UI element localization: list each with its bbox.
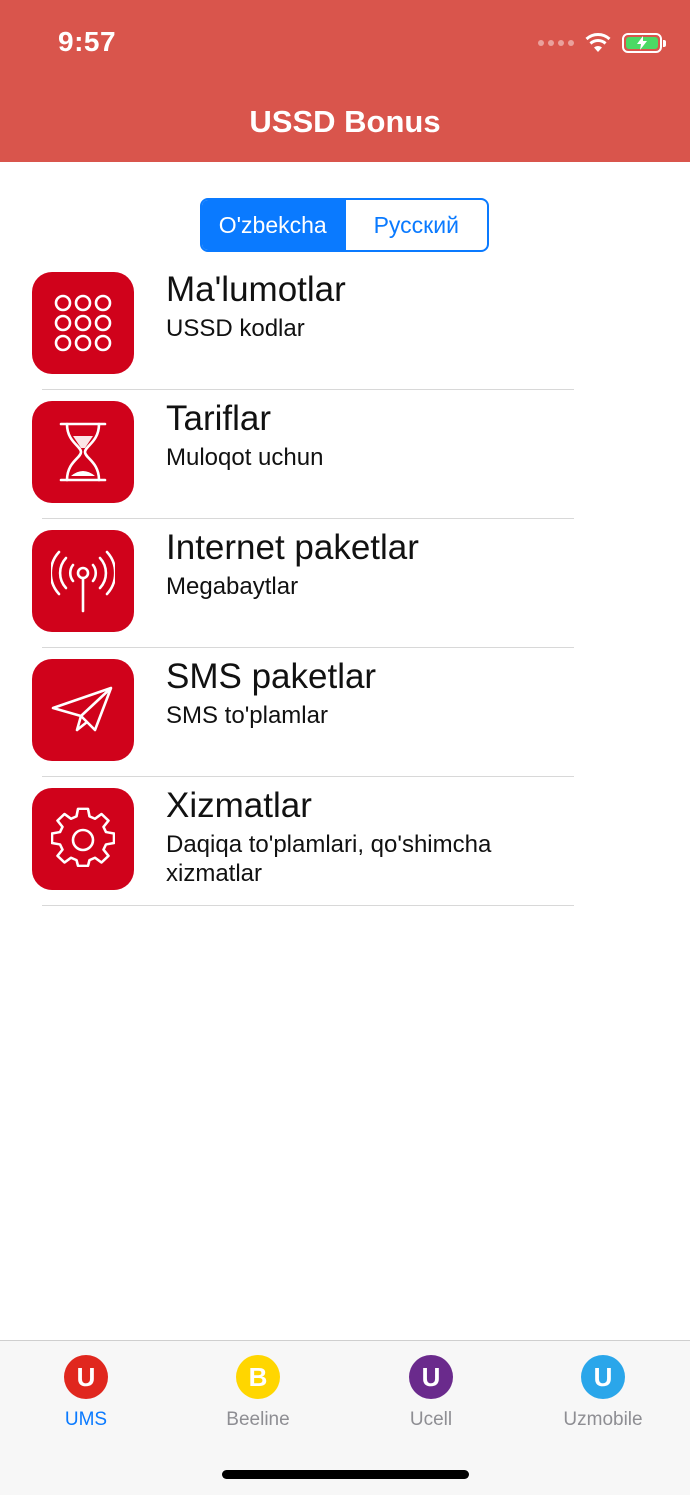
menu-item-title: Ma'lumotlar (166, 270, 346, 309)
tab-label: UMS (64, 1409, 108, 1430)
uzmobile-logo-icon: U (581, 1355, 625, 1399)
menu-item-tariflar[interactable]: Tariflar Muloqot uchun (0, 381, 690, 509)
tab-uzmobile[interactable]: U Uzmobile (517, 1355, 689, 1431)
menu-item-title: Internet paketlar (166, 528, 419, 567)
menu-item-sms-paketlar[interactable]: SMS paketlar SMS to'plamlar (0, 639, 690, 767)
menu-item-title: Xizmatlar (166, 786, 312, 825)
tab-label: Beeline (226, 1409, 290, 1430)
gear-icon (32, 788, 134, 890)
menu-item-subtitle: Muloqot uchun (166, 444, 324, 471)
language-option-russian[interactable]: Русский (343, 200, 488, 250)
tab-ums[interactable]: U UMS (0, 1355, 172, 1431)
status-time: 9:57 (58, 26, 117, 57)
keypad-icon (32, 272, 134, 374)
tab-label: Ucell (409, 1409, 453, 1430)
page-title: USSD Bonus (249, 104, 441, 139)
tab-label: Uzmobile (563, 1409, 643, 1430)
home-indicator[interactable] (222, 1470, 469, 1479)
beeline-logo-icon: B (236, 1355, 280, 1399)
divider (42, 905, 574, 906)
ucell-logo-icon: U (409, 1355, 453, 1399)
cellular-signal-icon (538, 40, 574, 46)
menu-item-malumotlar[interactable]: Ma'lumotlar USSD kodlar (0, 270, 690, 380)
ums-logo-icon: U (64, 1355, 108, 1399)
tab-ucell[interactable]: U Ucell (345, 1355, 517, 1431)
wifi-icon (585, 33, 611, 52)
language-option-uzbek[interactable]: O'zbekcha (202, 200, 344, 250)
menu-item-subtitle: Megabaytlar (166, 573, 299, 600)
menu-item-subtitle: SMS to'plamlar (166, 702, 328, 729)
paper-plane-icon (32, 659, 134, 761)
status-indicators (538, 30, 666, 56)
antenna-icon (32, 530, 134, 632)
menu-list[interactable]: Ma'lumotlar USSD kodlar Tariflar Muloqot… (0, 270, 690, 910)
menu-item-title: Tariflar (166, 399, 272, 438)
menu-item-subtitle: Daqiqa to'plamlari, qo'shimcha xizmatlar (166, 831, 492, 887)
menu-item-subtitle: USSD kodlar (166, 315, 305, 342)
hourglass-icon (32, 401, 134, 503)
menu-item-internet-paketlar[interactable]: Internet paketlar Megabaytlar (0, 510, 690, 638)
menu-item-xizmatlar[interactable]: Xizmatlar Daqiqa to'plamlari, qo'shimcha… (0, 768, 690, 896)
navigation-bar: 9:57 USSD Bonus (0, 0, 690, 162)
battery-icon (622, 33, 666, 53)
language-segmented-control[interactable]: O'zbekcha Русский (200, 198, 489, 252)
tab-beeline[interactable]: B Beeline (172, 1355, 344, 1431)
menu-item-title: SMS paketlar (166, 657, 377, 696)
